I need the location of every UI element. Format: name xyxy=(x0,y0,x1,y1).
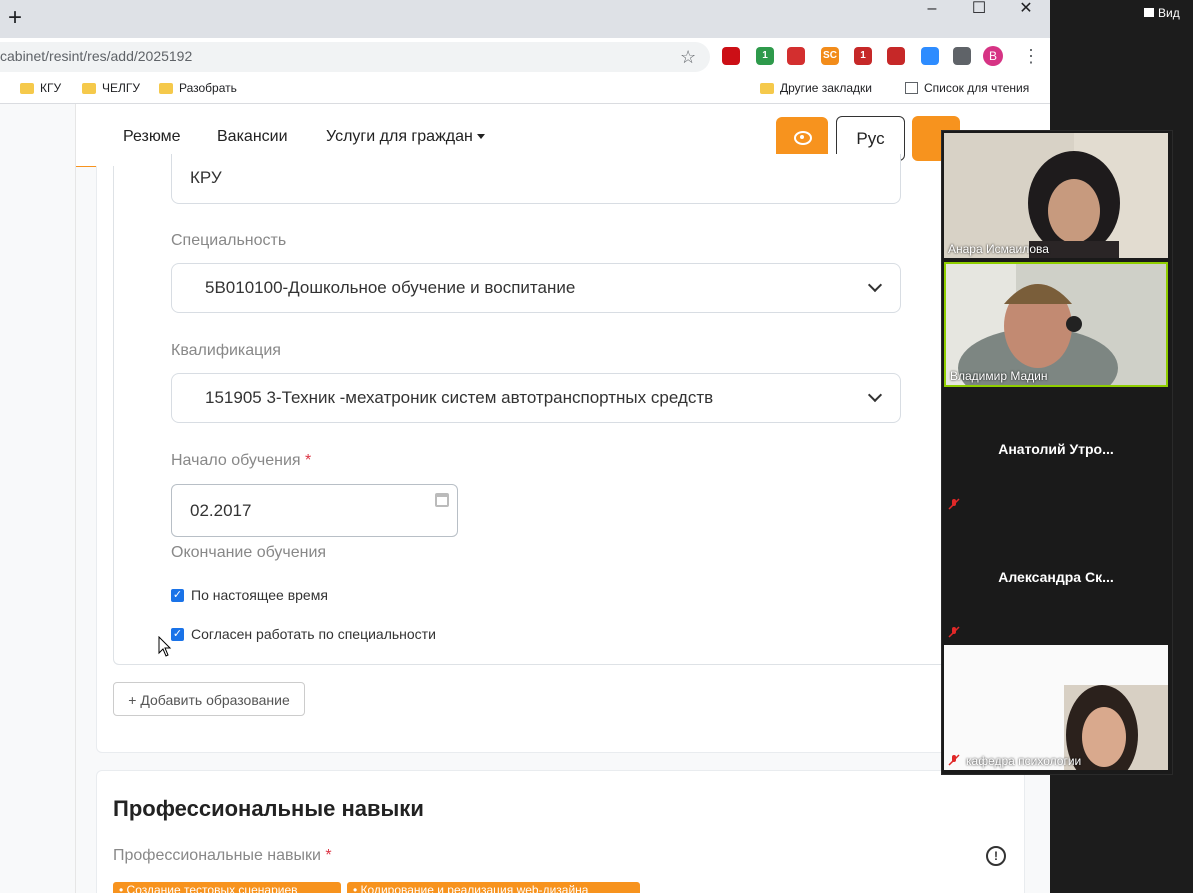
view-button[interactable]: Вид xyxy=(1158,6,1180,20)
skills-label: Профессиональные навыки * xyxy=(113,847,332,864)
nav-link-resume[interactable]: Резюме xyxy=(123,128,181,146)
view-icon[interactable] xyxy=(1144,8,1154,17)
skills-heading: Профессиональные навыки xyxy=(113,796,424,821)
bookmark-chelgu[interactable]: ЧЕЛГУ xyxy=(82,81,140,95)
puzzle-icon[interactable] xyxy=(953,47,971,65)
qualification-label: Квалификация xyxy=(171,342,281,359)
ext-badge-icon[interactable]: 1 xyxy=(756,47,774,65)
nav-link-vacancies[interactable]: Вакансии xyxy=(217,128,288,146)
required-marker: * xyxy=(305,452,312,469)
opera-icon[interactable] xyxy=(722,47,740,65)
profile-avatar[interactable]: B xyxy=(983,46,1003,66)
mail-icon[interactable]: 1 xyxy=(854,47,872,65)
participant-tile[interactable]: Анара Исмаилова xyxy=(944,133,1168,258)
mic-muted-icon xyxy=(948,626,960,638)
tab-strip xyxy=(0,0,1050,38)
add-education-button[interactable]: + Добавить образование xyxy=(113,682,305,716)
eye-pupil xyxy=(800,135,804,139)
close-window-button[interactable]: ✕ xyxy=(1003,0,1049,20)
chevron-down-icon xyxy=(476,134,485,140)
skill-tag[interactable]: • Создание тестовых сценариев xyxy=(113,882,341,893)
mic-muted-icon xyxy=(948,498,960,510)
bookmark-other[interactable]: Другие закладки xyxy=(760,81,872,95)
present-checkbox[interactable]: ✓ xyxy=(171,589,184,602)
sc-icon[interactable]: SC xyxy=(821,47,839,65)
specialty-select[interactable]: 5B010100-Дошкольное обучение и воспитани… xyxy=(171,263,901,313)
sync-icon[interactable] xyxy=(787,47,805,65)
url-text[interactable]: cabinet/resint/res/add/2025192 xyxy=(0,48,192,64)
chevron-down-icon xyxy=(867,277,883,293)
calendar-icon[interactable] xyxy=(435,493,449,507)
participant-tile-active[interactable]: Владимир Мадин xyxy=(944,262,1168,387)
skills-card xyxy=(96,770,1025,893)
minimize-button[interactable]: – xyxy=(909,0,955,20)
present-checkbox-label[interactable]: По настоящее время xyxy=(191,587,328,603)
reading-list-icon xyxy=(905,82,918,94)
end-date-label: Окончание обучения xyxy=(171,544,327,561)
agree-checkbox[interactable]: ✓ xyxy=(171,628,184,641)
start-date-label: Начало обучения * xyxy=(171,452,312,469)
folder-icon xyxy=(82,82,96,94)
mic-muted-icon xyxy=(948,754,960,766)
start-date-input[interactable]: 02.2017 xyxy=(171,484,458,537)
web-page: Резюме Вакансии Услуги для граждан Рус К… xyxy=(0,104,1050,893)
browser-window: + – ☐ ✕ cabinet/resint/res/add/2025192 ☆… xyxy=(0,0,1050,893)
folder-icon xyxy=(760,82,774,94)
participant-tile[interactable]: Александра Ск... xyxy=(944,517,1168,642)
participant-tile[interactable]: кафедра психологии xyxy=(944,645,1168,770)
browser-menu-icon[interactable]: ⋮ xyxy=(1022,46,1040,67)
bookmark-star-icon[interactable]: ☆ xyxy=(680,47,696,68)
page-left-border xyxy=(75,104,76,893)
folder-icon xyxy=(20,82,34,94)
maximize-button[interactable]: ☐ xyxy=(956,0,1002,20)
chevron-down-icon xyxy=(867,387,883,403)
agree-checkbox-label[interactable]: Согласен работать по специальности xyxy=(191,626,436,642)
specialty-label: Специальность xyxy=(171,232,287,249)
required-marker: * xyxy=(325,847,332,864)
qualification-select[interactable]: 151905 3-Техник -мехатроник систем автот… xyxy=(171,373,901,423)
reading-list[interactable]: Список для чтения xyxy=(905,81,1029,95)
nav-link-services[interactable]: Услуги для граждан xyxy=(326,128,485,146)
institution-field[interactable]: КРУ xyxy=(171,154,901,204)
folder-icon xyxy=(159,82,173,94)
pdf-icon[interactable] xyxy=(887,47,905,65)
skill-tag[interactable]: • Кодирование и реализация web-дизайна xyxy=(347,882,640,893)
bookmarks-bar xyxy=(0,76,1050,102)
participant-video xyxy=(944,133,1168,258)
bookmark-razobrat[interactable]: Разобрать xyxy=(159,81,237,95)
participant-video xyxy=(944,645,1168,770)
participant-tile[interactable]: Анатолий Утро... xyxy=(944,389,1168,514)
mouse-cursor-icon xyxy=(158,636,172,657)
info-icon[interactable]: ! xyxy=(986,846,1006,866)
new-tab-button[interactable]: + xyxy=(5,5,25,31)
zoom-icon[interactable] xyxy=(921,47,939,65)
bookmark-kgu[interactable]: КГУ xyxy=(20,81,61,95)
